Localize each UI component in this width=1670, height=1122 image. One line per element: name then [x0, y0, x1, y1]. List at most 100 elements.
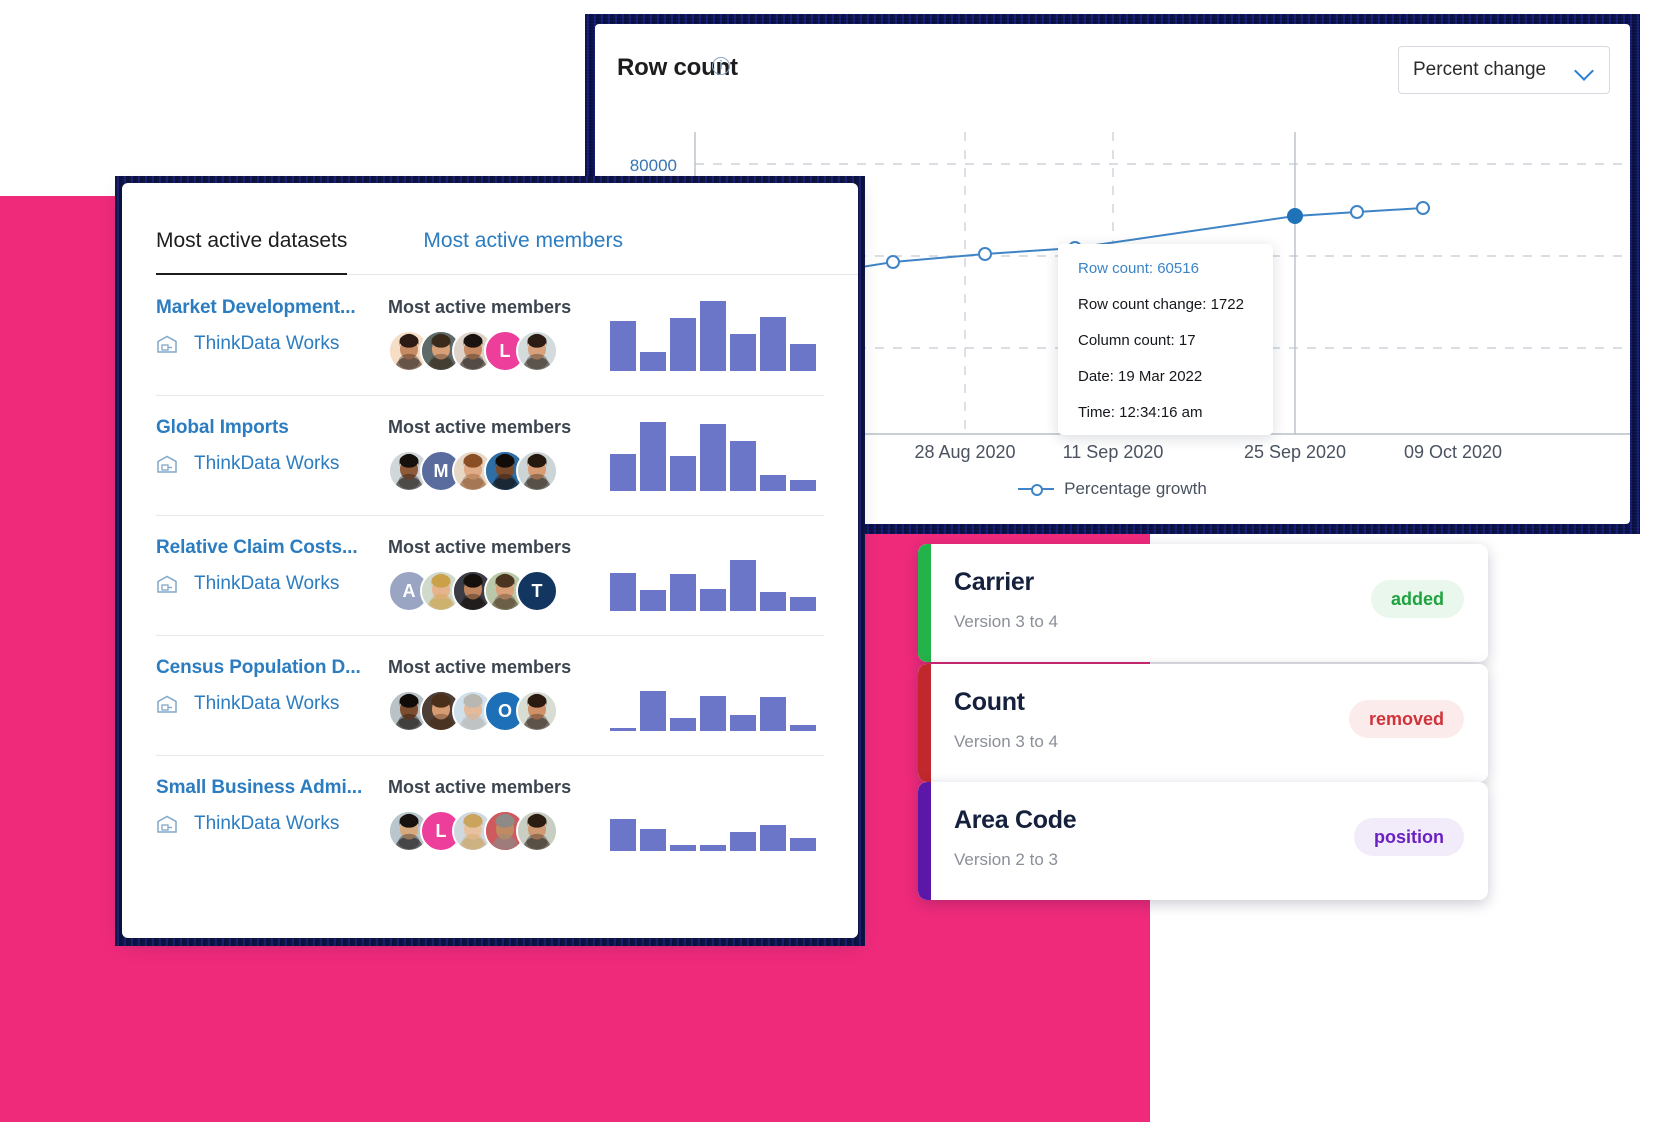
status-badge: added [1370, 580, 1464, 618]
organization-name: ThinkData Works [194, 693, 340, 714]
avatar[interactable]: T [516, 570, 558, 612]
sparkline-bar [730, 832, 756, 851]
sparkline-bar [610, 321, 636, 371]
sparkline-bar [640, 590, 666, 611]
dataset-title-link[interactable]: Census Population D... [156, 657, 388, 679]
sparkline-bar [700, 696, 726, 731]
list-item[interactable]: Relative Claim Costs... ThinkData Works Mo… [156, 515, 824, 635]
version-change-card[interactable]: Area Code Version 2 to 3 position [918, 782, 1488, 900]
status-stripe [918, 544, 931, 662]
avatar-initial: T [531, 580, 543, 601]
version-change-card[interactable]: Carrier Version 3 to 4 added [918, 544, 1488, 662]
list-item[interactable]: Census Population D... ThinkData Works Mos… [156, 635, 824, 755]
tooltip-column-count: Column count: 17 [1078, 332, 1196, 349]
sparkline-bar [760, 475, 786, 491]
most-active-members-label: Most active members [388, 777, 572, 797]
most-active-members: Most active members O [388, 657, 584, 732]
sparkline-bar [610, 454, 636, 491]
avatar[interactable] [516, 690, 558, 732]
dataset-organization[interactable]: ThinkData Works [156, 573, 388, 595]
avatar-group: L [388, 810, 584, 852]
dataset-info: Small Business Admi... ThinkData Works [156, 777, 388, 835]
organization-name: ThinkData Works [194, 573, 340, 594]
avatar-group: AT [388, 570, 584, 612]
x-axis-tick-label: 11 Sep 2020 [1062, 442, 1164, 462]
version-card-subtitle: Version 2 to 3 [954, 850, 1058, 869]
avatar-initial: A [402, 580, 416, 601]
metric-select-value: Percent change [1413, 59, 1547, 80]
sparkline-bar [760, 317, 786, 371]
metric-select[interactable]: Percent change [1398, 46, 1610, 94]
dataset-title-link[interactable]: Global Imports [156, 417, 388, 439]
activity-sparkline [610, 659, 824, 731]
activity-sparkline [610, 779, 824, 851]
sparkline-bar [790, 838, 816, 851]
version-change-card[interactable]: Count Version 3 to 4 removed [918, 664, 1488, 782]
sparkline-bar [670, 318, 696, 371]
warehouse-icon [156, 694, 178, 714]
sparkline-bar [640, 829, 666, 851]
most-active-members-label: Most active members [388, 297, 572, 317]
sparkline-bar [760, 825, 786, 851]
sparkline-bar [700, 845, 726, 851]
status-stripe [918, 664, 931, 782]
series-point [1350, 205, 1364, 219]
dataset-info: Global Imports ThinkData Works [156, 417, 388, 475]
activity-sparkline [610, 299, 824, 371]
most-active-members-label: Most active members [388, 537, 572, 557]
dataset-title-link[interactable]: Market Development... [156, 297, 388, 319]
sparkline-bar [670, 574, 696, 611]
sparkline-bar [730, 715, 756, 731]
warehouse-icon [156, 814, 178, 834]
status-stripe [918, 782, 931, 900]
organization-name: ThinkData Works [194, 453, 340, 474]
tooltip-time: Time: 12:34:16 am [1078, 404, 1203, 421]
sparkline-bar [610, 728, 636, 731]
warehouse-icon [156, 334, 178, 354]
chevron-down-icon [1575, 60, 1595, 80]
info-icon[interactable]: i [712, 57, 730, 75]
chart-card-header: Row count i Percent change [595, 24, 1630, 116]
dataset-organization[interactable]: ThinkData Works [156, 693, 388, 715]
avatar[interactable] [516, 330, 558, 372]
status-badge: removed [1348, 700, 1464, 738]
dataset-organization[interactable]: ThinkData Works [156, 813, 388, 835]
dataset-organization[interactable]: ThinkData Works [156, 453, 388, 475]
tooltip-row-count: Row count: 60516 [1078, 260, 1199, 277]
most-active-members-label: Most active members [388, 417, 572, 437]
avatar-group: M [388, 450, 584, 492]
series-point-highlighted [1287, 208, 1303, 224]
tab-most-active-members[interactable]: Most active members [423, 229, 623, 275]
legend-label: Percentage growth [1064, 479, 1207, 498]
avatar[interactable] [516, 810, 558, 852]
tooltip-row-count-change: Row count change: 1722 [1078, 296, 1244, 313]
avatar-initial: M [433, 460, 449, 481]
avatar-initial: O [497, 700, 512, 721]
sparkline-bar [730, 334, 756, 371]
list-item[interactable]: Small Business Admi... ThinkData Works Mos… [156, 755, 824, 875]
avatar[interactable] [516, 450, 558, 492]
warehouse-icon [156, 454, 178, 474]
status-badge: position [1354, 818, 1464, 856]
most-active-members: Most active members L [388, 777, 584, 852]
tab-most-active-datasets[interactable]: Most active datasets [156, 229, 348, 275]
sparkline-bar [790, 344, 816, 371]
sparkline-bar [640, 422, 666, 491]
sparkline-bar [640, 691, 666, 731]
series-point [886, 255, 900, 269]
list-item[interactable]: Global Imports ThinkData Works Most active… [156, 395, 824, 515]
series-point [1416, 201, 1430, 215]
activity-sparkline [610, 539, 824, 611]
dataset-title-link[interactable]: Small Business Admi... [156, 777, 388, 799]
most-active-members: Most active members M [388, 417, 584, 492]
sparkline-bar [790, 725, 816, 731]
version-card-title: Count [954, 688, 1025, 716]
avatar-group: O [388, 690, 584, 732]
sparkline-bar [730, 560, 756, 611]
dataset-title-link[interactable]: Relative Claim Costs... [156, 537, 388, 559]
dataset-organization[interactable]: ThinkData Works [156, 333, 388, 355]
avatar-group: L [388, 330, 584, 372]
list-item[interactable]: Market Development... ThinkData Works Most… [156, 275, 824, 395]
version-card-title: Carrier [954, 568, 1034, 596]
sparkline-bar [700, 424, 726, 491]
